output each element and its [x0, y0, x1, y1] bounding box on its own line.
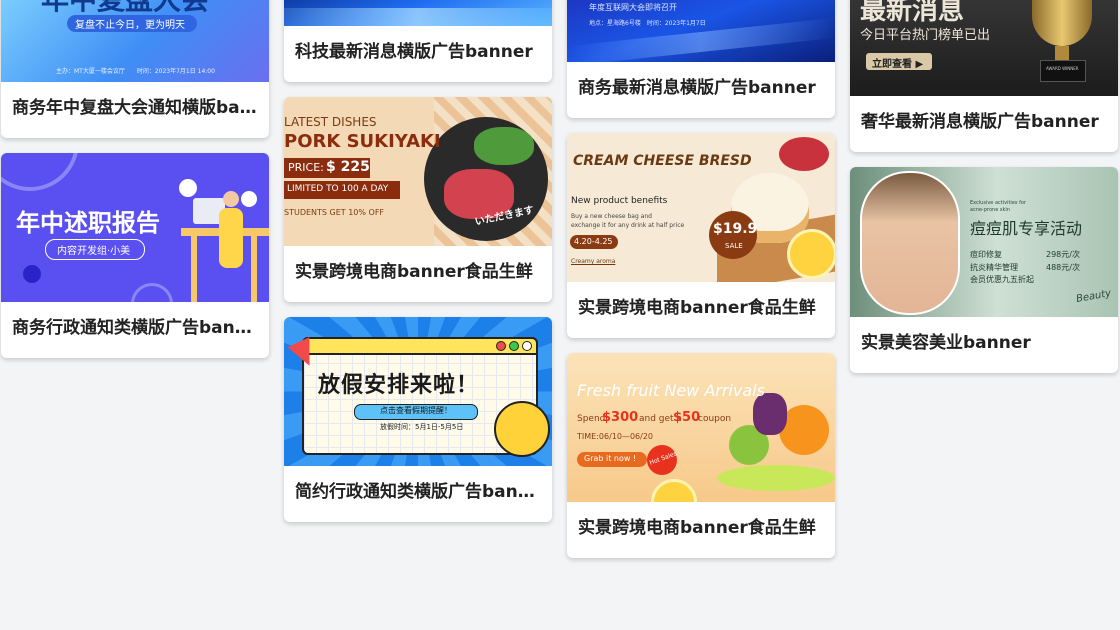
spend-e: coupon [698, 414, 732, 424]
template-card-pork-sukiyaki[interactable]: LATEST DISHES PORK SUKIYAKI PRICE: $ 225… [284, 97, 552, 302]
card-thumbnail[interactable]: 放假安排来啦！ 点击查看假期提醒！ 放假时间：5月1日-5月5日 [284, 317, 552, 466]
thumb-time: TIME:06/10—06/20 [577, 432, 654, 441]
thumb-headline: 放假安排来啦！ [318, 373, 480, 398]
card-thumbnail[interactable]: Fresh fruit New Arrivals Spend $300 and … [567, 353, 835, 502]
view-button-text: 立即查看 ▶ [872, 59, 924, 70]
card-title[interactable]: 实景跨境电商banner食品生鲜 [567, 282, 835, 338]
card-thumbnail[interactable]: 年度互联网大会即将召开 地点：星海路6号楼 时间：2023年1月7日 [567, 0, 835, 62]
price-sale: SALE [725, 242, 743, 250]
desk-leg [191, 236, 197, 302]
card-title[interactable]: 实景美容美业banner [850, 317, 1118, 373]
thumb-signature: Beauty [1075, 288, 1113, 305]
row2-a: 抗炎精华管理 [970, 263, 1018, 272]
portrait-frame [860, 171, 960, 315]
thumb-headline: Fresh fruit New Arrivals [577, 381, 765, 400]
lemon-slice [651, 479, 697, 502]
window-dot-white [522, 341, 532, 351]
thumb-headline: 最新消息 [860, 0, 965, 26]
price-label: PRICE: [288, 161, 324, 174]
trophy-cup [1032, 0, 1092, 46]
thumb-headline: 痘痘肌专享活动 [970, 219, 1083, 238]
thumb-info: 主办：MT大厦一楼会议厅 时间：2023年7月1日 14:00 [56, 68, 215, 75]
card-title[interactable]: 商务最新消息横版广告banner [567, 62, 835, 118]
thumb-small2: acne-prone skin [970, 207, 1010, 213]
desk-leg [251, 236, 257, 302]
thumb-small1: Exclusive activities for [970, 200, 1026, 206]
template-card-tech-news[interactable]: 科技最新消息横版广告banner [284, 0, 552, 82]
card-title[interactable]: 科技最新消息横版广告banner [284, 26, 552, 82]
thumb-desc1: Buy a new cheese bag and [571, 213, 652, 220]
spend-b: $300 [602, 410, 639, 425]
thumb-line1: LATEST DISHES [284, 115, 377, 129]
card-title[interactable]: 奢华最新消息横版广告banner [850, 96, 1118, 152]
students-text: STUDENTS GET 10% OFF [284, 208, 385, 217]
template-card-fresh-fruit[interactable]: Fresh fruit New Arrivals Spend $300 and … [567, 353, 835, 558]
template-card-beauty[interactable]: Exclusive activities for acne-prone skin… [850, 167, 1118, 373]
template-card-business-news[interactable]: 年度互联网大会即将召开 地点：星海路6号楼 时间：2023年1月7日 商务最新消… [567, 0, 835, 118]
card-title[interactable]: 商务行政通知类横版广告ban… [1, 302, 269, 358]
card-title[interactable]: 实景跨境电商banner食品生鲜 [284, 246, 552, 302]
thumb-date: 放假时间：5月1日-5月5日 [380, 423, 464, 431]
person-head [223, 191, 239, 207]
row1-a: 痘印修复 [970, 250, 1002, 259]
like-bubble-icon [241, 191, 257, 207]
thumb-slogan: 复盘不止今日，更为明天 [75, 20, 185, 31]
limit-text: LIMITED TO 100 A DAY [287, 184, 389, 194]
card-thumbnail[interactable]: Exclusive activities for acne-prone skin… [850, 167, 1118, 317]
thumb-circle-deco [131, 283, 173, 302]
thumb-headline: PORK SUKIYAKI [284, 131, 441, 152]
thumb-sub: 内容开发组·小美 [57, 246, 131, 257]
price-value: $19.9 [713, 221, 758, 237]
card-title[interactable]: 实景跨境电商banner食品生鲜 [567, 502, 835, 558]
thumb-headline: CREAM CHEESE BRESD [573, 153, 752, 169]
person-body [219, 208, 243, 268]
price-value: $ 225 [326, 159, 370, 175]
trophy-plate: AWARD WINNER [1046, 66, 1079, 71]
card-title[interactable]: 商务年中复盘大会通知横版ba… [1, 82, 269, 138]
thumb-button-text: 点击查看假期提醒！ [380, 406, 452, 415]
thumb-line1: 年度互联网大会即将召开 [589, 3, 677, 12]
like-bubble-icon [179, 179, 197, 197]
template-card-cream-cheese[interactable]: $19.9 SALE CREAM CHEESE BRESD New produc… [567, 133, 835, 338]
row2-b: 488元/次 [1046, 263, 1080, 272]
window-dot-red [496, 341, 506, 351]
lemon [787, 229, 835, 279]
card-thumbnail[interactable]: 年中复盘大会 复盘不止今日，更为明天 主办：MT大厦一楼会议厅 时间：2023年… [1, 0, 269, 82]
trophy-base [1040, 60, 1086, 82]
thumb-headline: 年中述职报告 [16, 209, 160, 237]
card-thumbnail[interactable]: 最新消息 今日平台热门榜单已出 立即查看 ▶ AWARD WINNER [850, 0, 1118, 96]
template-card-midyear-review[interactable]: 年中复盘大会 复盘不止今日，更为明天 主办：MT大厦一楼会议厅 时间：2023年… [1, 0, 269, 138]
thumb-brand: Creamy aroma [571, 258, 616, 265]
template-card-luxury-news[interactable]: 最新消息 今日平台热门榜单已出 立即查看 ▶ AWARD WINNER 奢华最新… [850, 0, 1118, 152]
row1-b: 298元/次 [1046, 250, 1080, 259]
fruit-stand [717, 465, 835, 491]
thumb-desc2: exchange it for any drink at half price [571, 222, 685, 229]
card-thumbnail[interactable]: LATEST DISHES PORK SUKIYAKI PRICE: $ 225… [284, 97, 552, 246]
emoji-face-icon [494, 401, 550, 457]
card-thumbnail[interactable]: $19.9 SALE CREAM CHEESE BRESD New produc… [567, 133, 835, 282]
thumb-sub: 今日平台热门榜单已出 [860, 28, 991, 43]
thumb-sub: New product benefits [571, 196, 668, 206]
template-card-work-report[interactable]: 年中述职报告 内容开发组·小美 商务行政通知类横版广告ban… [1, 153, 269, 358]
row3: 会员优惠九五折起 [970, 275, 1034, 284]
thumb-line2: 地点：星海路6号楼 时间：2023年1月7日 [589, 20, 706, 27]
card-title[interactable]: 简约行政通知类横版广告ban… [284, 466, 552, 522]
thumb-circle-deco [1, 153, 79, 191]
thumb-date: 4.20-4.25 [574, 237, 613, 246]
card-thumbnail[interactable]: 年中述职报告 内容开发组·小美 [1, 153, 269, 302]
template-card-holiday-notice[interactable]: 放假安排来啦！ 点击查看假期提醒！ 放假时间：5月1日-5月5日 简约行政通知类… [284, 317, 552, 522]
grab-text: Grab it now ! [584, 454, 637, 463]
card-thumbnail[interactable] [284, 0, 552, 26]
berry-tart [779, 137, 829, 171]
spend-d: $50 [673, 410, 701, 425]
trophy-stem [1055, 46, 1069, 60]
veg [474, 127, 534, 165]
thumb-dot-deco [23, 265, 41, 283]
tech-glow [284, 8, 552, 26]
window-dot-green [509, 341, 519, 351]
